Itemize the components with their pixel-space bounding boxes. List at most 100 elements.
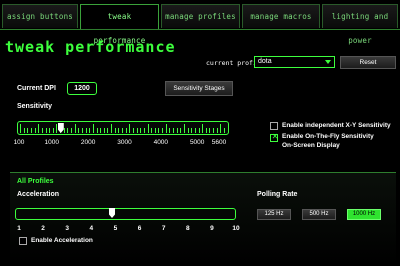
profile-select[interactable]: dota [254,56,335,68]
sensitivity-tick [20,124,21,133]
sensitivity-scale-label: 2000 [80,139,96,146]
sensitivity-tick [162,128,164,133]
sensitivity-tick [129,124,131,133]
sensitivity-tick [169,128,171,133]
sensitivity-tick [74,124,76,133]
sensitivity-tick [132,128,134,133]
sensitivity-tick [118,128,120,133]
sensitivity-scale-label: 100 [13,139,25,146]
tab-tweak-performance[interactable]: tweak performance [80,4,159,45]
sensitivity-tick [67,128,69,133]
sensitivity-label: Sensitivity [17,103,53,110]
acceleration-scale-label: 1 [17,225,21,232]
sensitivity-tick [220,124,222,133]
sensitivity-tick [143,128,145,133]
sensitivity-tick [78,128,80,133]
sensitivity-tick [140,128,142,133]
tab-lighting-and-power[interactable]: lighting and power [322,4,398,45]
sensitivity-tick [136,128,138,133]
independent-xy-label: Enable independent X-Y Sensitivity [282,122,391,129]
acceleration-scale-label: 5 [113,225,118,232]
checkmark-icon: ✕ [271,132,279,141]
sensitivity-slider[interactable] [17,121,229,135]
sensitivity-tick [216,128,218,133]
sensitivity-tick [202,124,204,133]
sensitivity-tick [111,124,113,133]
tab-manage-profiles[interactable]: manage profiles [161,4,240,28]
on-the-fly-label-line2: On-Screen Display [282,142,340,149]
sensitivity-tick [71,128,72,133]
sensitivity-scale-label: 1000 [44,139,59,146]
sensitivity-tick [103,128,105,133]
polling-125-button[interactable]: 125 Hz [257,209,291,220]
sensitivity-tick [81,128,83,133]
tab-manage-macros[interactable]: manage macros [242,4,320,28]
polling-500-button[interactable]: 500 Hz [302,209,336,220]
sensitivity-tick [34,128,36,133]
polling-1000-button[interactable]: 1000 Hz [347,209,381,220]
sensitivity-tick [63,128,65,133]
sensitivity-tick [85,128,87,133]
acceleration-slider[interactable] [15,208,236,220]
sensitivity-tick [89,128,91,133]
acceleration-scale-label: 6 [137,225,142,232]
sensitivity-tick [213,128,215,133]
acceleration-scale-label: 4 [89,225,94,232]
current-dpi-value[interactable]: 1200 [67,82,97,95]
sensitivity-tick [198,128,200,133]
sensitivity-tick [96,128,98,133]
sensitivity-tick [125,128,127,133]
acceleration-thumb[interactable] [109,208,115,218]
sensitivity-tick [180,128,182,133]
tab-assign-buttons[interactable]: assign buttons [2,4,78,28]
sensitivity-tick [158,128,160,133]
page-title: tweak performance [5,38,176,56]
sensitivity-tick [194,128,196,133]
acceleration-scale-label: 8 [185,225,190,232]
sensitivity-scale-label: 5600 [211,139,227,146]
sensitivity-scale-label: 5000 [189,139,205,146]
acceleration-label: Acceleration [17,191,60,198]
sensitivity-tick [56,124,58,133]
sensitivity-stages-button[interactable]: Sensitivity Stages [165,81,233,96]
tab-underline [0,29,400,30]
acceleration-scale-label: 7 [161,225,166,232]
sensitivity-tick [100,128,102,133]
sensitivity-tick [191,128,193,133]
sensitivity-scale-label: 4000 [153,139,169,146]
sensitivity-tick [107,128,109,133]
sensitivity-tick [173,128,174,133]
sensitivity-tick [183,124,185,133]
sensitivity-tick [209,128,211,133]
sensitivity-tick [165,124,167,133]
acceleration-scale-label: 9 [210,225,214,232]
sensitivity-tick [187,128,189,133]
sensitivity-tick [52,128,54,133]
enable-acceleration-checkbox[interactable] [19,237,27,245]
sensitivity-tick [122,128,123,133]
sensitivity-tick [23,128,25,133]
chevron-down-icon [325,60,331,64]
sensitivity-tick [38,124,40,133]
sensitivity-tick [147,124,149,133]
acceleration-scale-label: 10 [232,225,240,232]
on-the-fly-label: Enable On-The-Fly Sensitivity [282,133,374,140]
sensitivity-tick [224,128,225,133]
sensitivity-tick [30,128,32,133]
sensitivity-scale-label: 3000 [117,139,132,146]
sensitivity-tick [176,128,178,133]
enable-acceleration-label: Enable Acceleration [31,237,93,244]
profile-select-value: dota [258,58,272,65]
sensitivity-tick [27,128,29,133]
acceleration-scale-label: 3 [65,225,70,232]
sensitivity-tick [49,128,51,133]
on-the-fly-checkbox[interactable]: ✕ [270,132,279,142]
sensitivity-tick [205,128,207,133]
independent-xy-checkbox[interactable] [270,122,278,130]
all-profiles-header: All Profiles [17,178,54,185]
reset-button[interactable]: Reset [340,56,396,69]
sensitivity-tick [154,128,156,133]
polling-rate-label: Polling Rate [257,191,298,198]
current-dpi-label: Current DPI [17,85,56,92]
sensitivity-tick [92,124,94,133]
